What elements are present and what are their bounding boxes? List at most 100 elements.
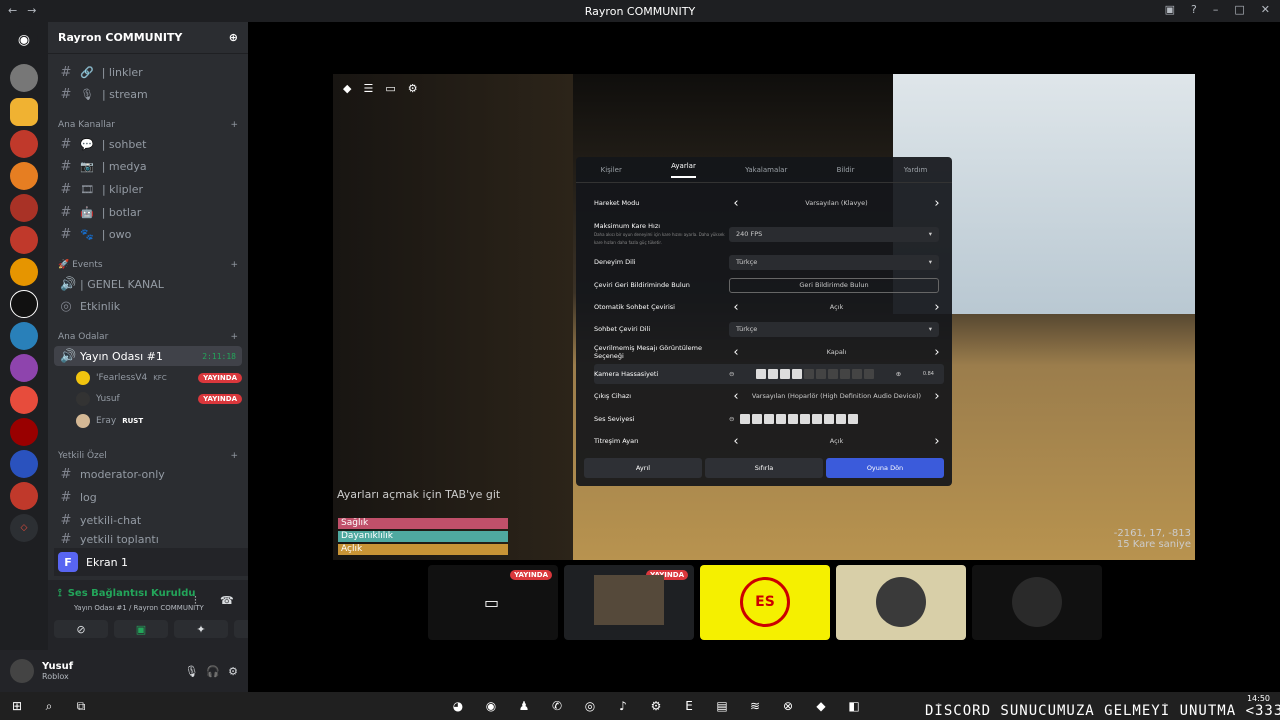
menu-icon[interactable]: ☰ [363,82,373,95]
roblox-icon[interactable]: ◧ [843,696,865,716]
participant-tile[interactable] [972,565,1102,640]
minus-icon[interactable]: ⊖ [729,415,734,423]
fps-dropdown[interactable]: 240 FPS ▾ [729,226,939,242]
help-icon[interactable]: ? [1191,3,1197,16]
store-icon[interactable]: ▤ [711,696,733,716]
tab-settings[interactable]: Ayarlar [671,162,696,178]
server-icon[interactable] [10,354,38,382]
gear-icon[interactable]: ⚙ [228,665,238,678]
instagram-icon[interactable]: ◎ [579,696,601,716]
channel-stream[interactable]: # 🎙 | stream [54,84,242,104]
channel-medya[interactable]: # 📷 | medya [54,156,242,176]
channel-botlar[interactable]: # 🤖 | botlar [54,202,242,222]
chevron-left-icon[interactable]: ‹ [729,300,743,315]
channel-sohbet[interactable]: # 💬 | sohbet [54,134,242,154]
leave-button[interactable]: Ayrıl [584,458,702,478]
add-channel-icon[interactable]: + [230,332,238,342]
server-icon[interactable]: ◇ [10,514,38,542]
xbox-icon[interactable]: ⊗ [777,696,799,716]
server-icon[interactable] [10,258,38,286]
category-staff[interactable]: Yetkili Özel + [58,451,238,461]
whatsapp-icon[interactable]: ✆ [546,696,568,716]
spotify-icon[interactable]: ≋ [744,696,766,716]
server-icon[interactable] [10,450,38,478]
channel-yetkili-toplanti[interactable]: # yetkili toplantı [54,532,242,546]
teams-icon[interactable]: ♟ [513,696,535,716]
voice-user[interactable]: 'FearlessV4 KFC YAYINDA [76,368,242,388]
category-main[interactable]: Ana Kanallar + [58,120,238,130]
back-icon[interactable]: ← [8,4,17,17]
tab-captures[interactable]: Yakalamalar [745,166,787,174]
task-view-icon[interactable]: ⧉ [70,696,92,716]
voice-user[interactable]: Yusuf YAYINDA [76,389,242,409]
tab-help[interactable]: Yardım [904,166,928,174]
server-icon[interactable] [10,226,38,254]
language-dropdown[interactable]: Türkçe ▾ [729,254,939,270]
disconnect-icon[interactable]: ☎ [220,594,234,607]
channel-moderator-only[interactable]: # moderator-only [54,464,242,484]
screen-share-button[interactable]: ▣ [114,620,168,638]
plus-icon[interactable]: ⊕ [896,370,901,378]
roblox-icon[interactable]: ◆ [343,82,351,95]
steam-icon[interactable]: ⚙ [645,696,667,716]
channel-klipler[interactable]: # 🎞 | klipler [54,179,242,199]
minus-icon[interactable]: ⊖ [729,370,734,378]
server-icon[interactable] [10,64,38,92]
chevron-left-icon[interactable]: ‹ [729,345,743,360]
activity-icon[interactable]: ✦ [174,620,228,638]
clock[interactable]: 14:50 [1247,694,1270,703]
participant-tile[interactable]: YAYINDA ▭ [428,565,558,640]
forward-icon[interactable]: → [27,4,36,17]
channel-owo[interactable]: # 🐾 | owo [54,224,242,244]
voice-user[interactable]: Eray RUST [76,411,242,431]
server-icon[interactable] [10,322,38,350]
participant-tile[interactable]: ES [700,565,830,640]
guild-header[interactable]: Rayron COMMUNITY ⊕ [48,22,248,54]
category-events[interactable]: 🚀 Events + [58,260,238,270]
gear-icon[interactable]: ⚙ [408,82,418,95]
voice-channel-genel[interactable]: 🔊 | GENEL KANAL [54,274,242,294]
server-icon[interactable] [10,418,38,446]
chevron-left-icon[interactable]: ‹ [729,196,743,211]
channel-linkler[interactable]: # 🔗 | linkler [54,62,242,82]
server-icon[interactable] [10,130,38,158]
chevron-right-icon[interactable]: › [930,434,944,449]
chat-icon[interactable]: ▭ [385,82,395,95]
chevron-left-icon[interactable]: ‹ [729,434,743,449]
server-icon[interactable] [10,482,38,510]
chevron-left-icon[interactable]: ‹ [729,389,743,404]
participant-tile[interactable] [836,565,966,640]
tab-players[interactable]: Kişiler [601,166,622,174]
close-button[interactable]: ✕ [1261,3,1270,16]
tab-report[interactable]: Bildir [837,166,855,174]
chrome-icon[interactable]: ◕ [447,696,469,716]
tiktok-icon[interactable]: ♪ [612,696,634,716]
voice-channel-yayin-odasi[interactable]: 🔊 Yayın Odası #1 2:11:18 [54,346,242,366]
search-icon[interactable]: ⌕ [38,696,60,716]
discord-icon[interactable]: ◉ [480,696,502,716]
inbox-icon[interactable]: ▣ [1165,3,1175,16]
chevron-right-icon[interactable]: › [930,389,944,404]
participant-tile[interactable]: YAYINDA [564,565,694,640]
discord-home-icon[interactable]: ◉ [10,26,38,54]
add-member-icon[interactable]: ⊕ [229,31,238,44]
channel-yetkili-chat[interactable]: # yetkili-chat [54,510,242,530]
stage-channel-etkinlik[interactable]: ◎ Etkinlik [54,296,242,316]
epic-icon[interactable]: E [678,696,700,716]
noise-icon[interactable]: ⫶ [194,594,197,608]
resume-button[interactable]: Oyuna Dön [826,458,944,478]
windows-start-icon[interactable]: ⊞ [6,696,28,716]
feedback-button[interactable]: Geri Bildirimde Bulun [729,277,939,293]
server-icon[interactable] [10,290,38,318]
server-icon[interactable] [10,386,38,414]
channel-log[interactable]: # log [54,487,242,507]
camera-off-icon[interactable]: ⊘ [54,620,108,638]
server-icon[interactable] [10,194,38,222]
translate-language-dropdown[interactable]: Türkçe ▾ [729,321,939,337]
add-channel-icon[interactable]: + [230,120,238,130]
reset-button[interactable]: Sıfırla [705,458,823,478]
folder-icon[interactable] [10,98,38,126]
server-icon[interactable] [10,162,38,190]
chevron-right-icon[interactable]: › [930,345,944,360]
chevron-right-icon[interactable]: › [930,196,944,211]
